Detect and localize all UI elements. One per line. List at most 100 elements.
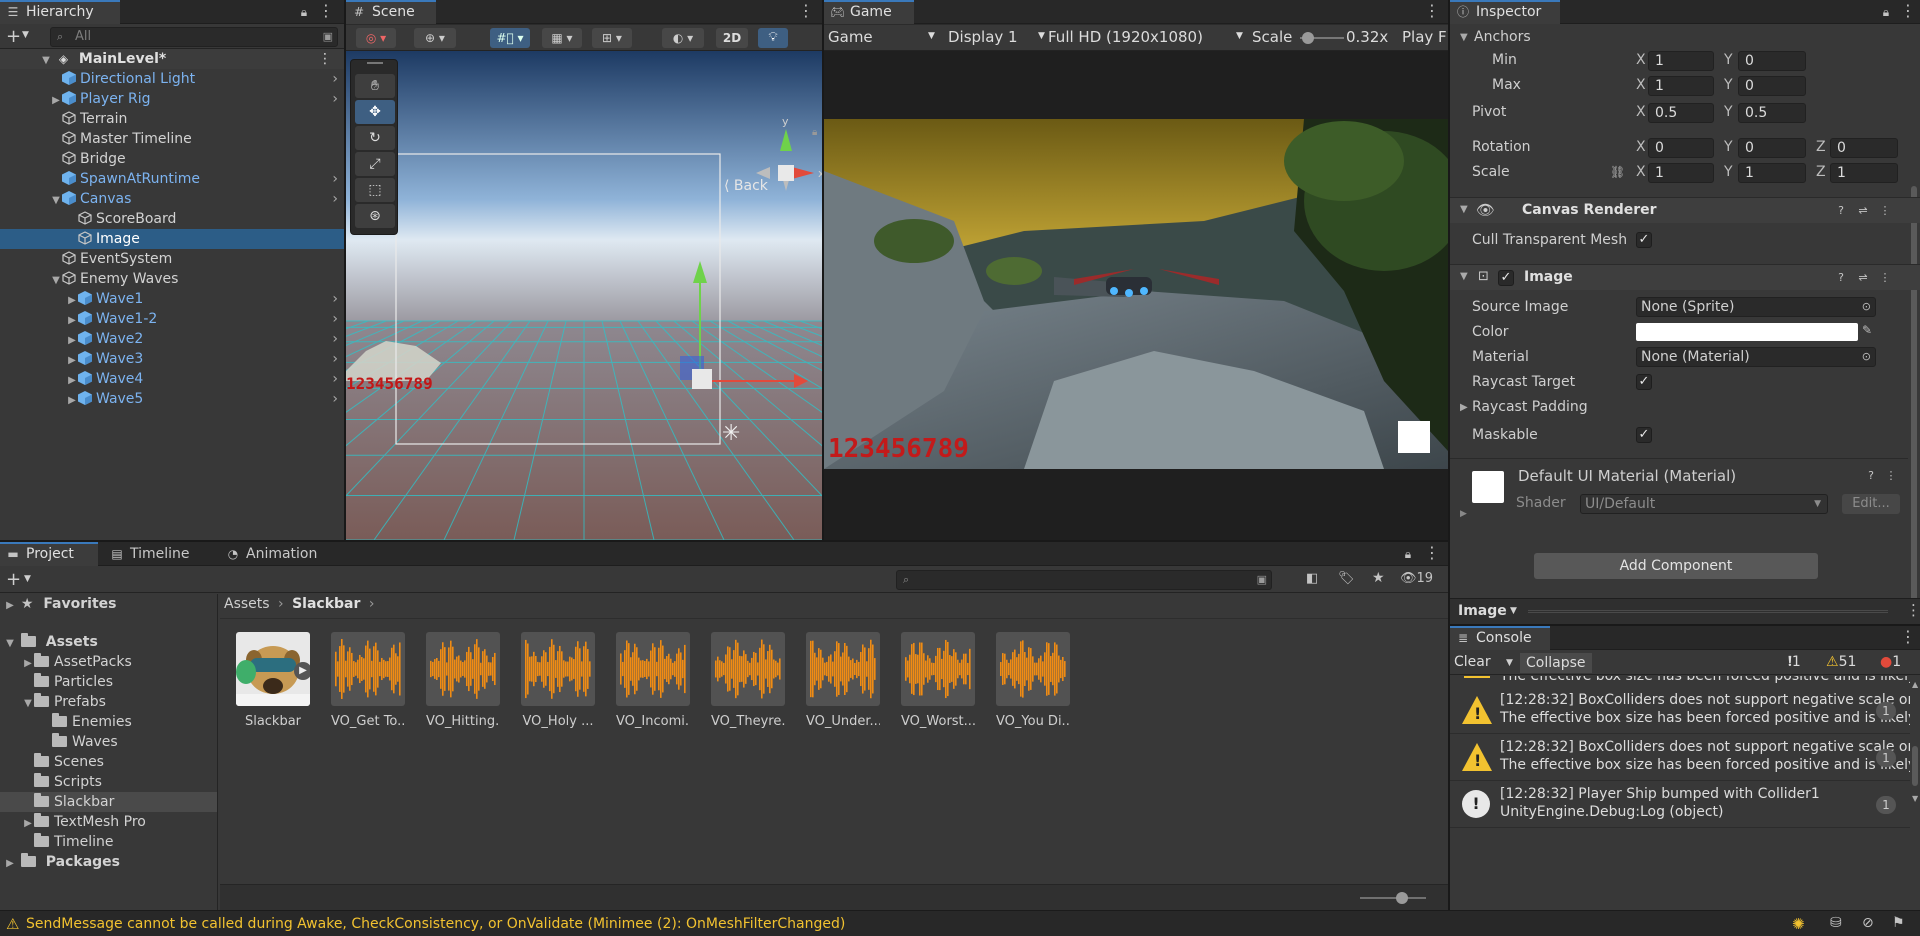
color-swatch[interactable] — [1636, 323, 1858, 341]
open-prefab-chevron-icon[interactable]: › — [332, 369, 338, 389]
snap-increment-button[interactable]: ▦ ▾ — [542, 28, 582, 48]
info-filter-toggle[interactable]: ❗︎1 — [1788, 654, 1801, 670]
component-menu-icon[interactable]: ⋮ — [1878, 271, 1892, 285]
help-icon[interactable]: ? — [1834, 204, 1848, 218]
rotation-z-field[interactable]: 0 — [1830, 138, 1898, 158]
drag-handle[interactable] — [367, 62, 383, 64]
folder-tree-item[interactable]: ▼ Prefabs — [0, 692, 217, 712]
resolution-dropdown[interactable]: Full HD (1920x1080) ▼ — [1048, 28, 1248, 46]
constrain-proportions-icon[interactable]: ⛓︎ — [1610, 165, 1625, 179]
folder-tree-item[interactable]: ▶ AssetPacks — [0, 652, 217, 672]
hierarchy-menu-icon[interactable]: ⋮ — [318, 0, 334, 24]
expand-arrow[interactable]: ▶ — [22, 654, 34, 674]
scale-slider[interactable] — [1300, 32, 1344, 44]
hierarchy-item[interactable]: ▶ Wave5 › — [0, 389, 344, 409]
cache-server-icon[interactable]: ⛁ — [1830, 915, 1842, 931]
folder-tree-item[interactable]: ▶ TextMesh Pro — [0, 812, 217, 832]
tab-console[interactable]: ≣ Console — [1450, 626, 1550, 650]
2d-toggle[interactable]: 2D — [716, 28, 748, 48]
rotate-tool-icon[interactable]: ↻ — [355, 126, 395, 150]
transform-tool-icon[interactable]: ⊛ — [355, 204, 395, 228]
scale-x-field[interactable]: 1 — [1648, 163, 1714, 183]
folder-tree-item[interactable]: Enemies — [0, 712, 217, 732]
tab-hierarchy[interactable]: ☰ Hierarchy — [0, 0, 120, 24]
hand-tool-icon[interactable]: ✋︎ — [355, 74, 395, 98]
auto-generate-lighting-icon[interactable]: ⚑ — [1892, 915, 1905, 931]
assets-row[interactable]: ▼ Assets — [0, 632, 217, 652]
hierarchy-item[interactable]: Bridge — [0, 149, 344, 169]
icon-size-slider[interactable] — [1360, 892, 1426, 904]
search-options-icon[interactable]: ▣ — [1257, 571, 1267, 589]
scale-y-field[interactable]: 1 — [1738, 163, 1806, 183]
hierarchy-item[interactable]: ▶ Wave4 › — [0, 369, 344, 389]
console-log-entry[interactable]: ! [12:28:32] Player Ship bumped with Coll… — [1450, 782, 1910, 828]
hierarchy-item[interactable]: SpawnAtRuntime › — [0, 169, 344, 189]
hierarchy-item[interactable]: Directional Light › — [0, 69, 344, 89]
hierarchy-item[interactable]: EventSystem — [0, 249, 344, 269]
scale-slider-thumb[interactable] — [1302, 32, 1314, 44]
breadcrumb-assets[interactable]: Assets — [224, 596, 270, 612]
cull-transparent-mesh-checkbox[interactable]: ✓ — [1636, 232, 1652, 248]
game-viewport[interactable]: 123456789 — [824, 51, 1448, 540]
breadcrumb-slackbar[interactable]: Slackbar — [292, 596, 360, 612]
favorites-row[interactable]: ▶ ★ Favorites — [0, 594, 217, 614]
edit-shader-button[interactable]: Edit... — [1842, 494, 1900, 514]
asset-audio-clip[interactable]: VO_You Di... — [996, 632, 1070, 729]
eyedropper-icon[interactable]: ✎ — [1862, 323, 1872, 337]
scene-menu-icon[interactable]: ⋮ — [798, 0, 814, 24]
canvas-renderer-header[interactable]: ▼ 👁︎ Canvas Renderer ? ⇌ ⋮ — [1450, 197, 1920, 223]
expand-arrow[interactable]: ▶ — [66, 351, 78, 371]
lighting-toggle[interactable]: 💡︎ — [758, 28, 788, 48]
material-field[interactable]: None (Material) ⊙ — [1636, 347, 1876, 367]
hierarchy-item[interactable]: ▶ Wave1-2 › — [0, 309, 344, 329]
hierarchy-item[interactable]: Image — [0, 229, 344, 249]
tab-scene[interactable]: # Scene — [346, 0, 436, 24]
hidden-packages-toggle[interactable]: 👁︎19 — [1400, 571, 1433, 586]
expand-arrow[interactable]: ▼ — [50, 271, 62, 291]
hierarchy-item[interactable]: ▶ Wave1 › — [0, 289, 344, 309]
raycast-padding-label[interactable]: Raycast Padding — [1472, 399, 1588, 415]
log-partial-entry[interactable]: The effective box size has been forced p… — [1450, 676, 1910, 688]
rect-tool-icon[interactable]: ⬚ — [355, 178, 395, 202]
help-icon[interactable]: ? — [1864, 469, 1878, 483]
packages-row[interactable]: ▶ Packages — [0, 852, 217, 872]
console-log-entry[interactable]: ! [12:28:32] BoxColliders does not suppor… — [1450, 688, 1910, 734]
favorite-star-icon[interactable]: ★ — [1372, 570, 1385, 586]
collapse-toggle[interactable]: Collapse — [1520, 653, 1592, 673]
folder-tree-item[interactable]: Scripts — [0, 772, 217, 792]
expand-arrow[interactable]: ▶ — [66, 311, 78, 331]
preview-dropdown[interactable]: Image — [1458, 603, 1507, 619]
scrollbar-thumb[interactable] — [1911, 186, 1917, 606]
open-prefab-chevron-icon[interactable]: › — [332, 309, 338, 329]
game-mode-dropdown[interactable]: Game ▼ — [828, 28, 938, 46]
filter-label-icon[interactable]: 🏷︎ — [1338, 571, 1355, 586]
scene-row[interactable]: ▼ ◈ MainLevel* ⋮ — [0, 49, 344, 69]
component-menu-icon[interactable]: ⋮ — [1878, 204, 1892, 218]
asset-audio-clip[interactable]: VO_Theyre... — [711, 632, 785, 729]
preset-icon[interactable]: ⇌ — [1856, 204, 1870, 218]
anchor-max-x-field[interactable]: 1 — [1648, 76, 1714, 96]
expand-arrow[interactable]: ▶ — [66, 331, 78, 351]
project-search-input[interactable]: ⌕ ▣ — [896, 570, 1272, 590]
source-image-field[interactable]: None (Sprite) ⊙ — [1636, 297, 1876, 317]
open-prefab-chevron-icon[interactable]: › — [332, 389, 338, 409]
open-prefab-chevron-icon[interactable]: › — [332, 349, 338, 369]
expand-arrow[interactable]: ▶ — [66, 371, 78, 391]
object-picker-icon[interactable]: ⊙ — [1862, 298, 1871, 316]
raycast-target-checkbox[interactable]: ✓ — [1636, 374, 1652, 390]
lock-icon[interactable]: 🔒︎ — [1400, 542, 1416, 566]
asset-audio-clip[interactable]: VO_Incomi... — [616, 632, 690, 729]
asset-audio-clip[interactable]: VO_Holy ... — [521, 632, 595, 729]
asset-prefab-slackbar[interactable]: ▶ Slackbar — [236, 632, 310, 729]
global-toggle[interactable]: ⊕ ▾ — [414, 28, 456, 48]
draw-mode-button[interactable]: ◎ ▾ — [356, 28, 396, 48]
expand-arrow[interactable]: ▼ — [4, 634, 16, 654]
hierarchy-item[interactable]: ▶ Wave3 › — [0, 349, 344, 369]
expand-arrow[interactable]: ▶ — [66, 291, 78, 311]
pivot-x-field[interactable]: 0.5 — [1648, 103, 1714, 123]
warning-filter-toggle[interactable]: ⚠︎51 — [1826, 654, 1856, 670]
hierarchy-item[interactable]: ▶ Player Rig › — [0, 89, 344, 109]
scroll-up-icon[interactable]: ▲ — [1912, 680, 1918, 689]
tab-animation[interactable]: ◔ Animation — [220, 542, 330, 566]
tab-inspector[interactable]: ⓘ Inspector — [1450, 0, 1560, 24]
